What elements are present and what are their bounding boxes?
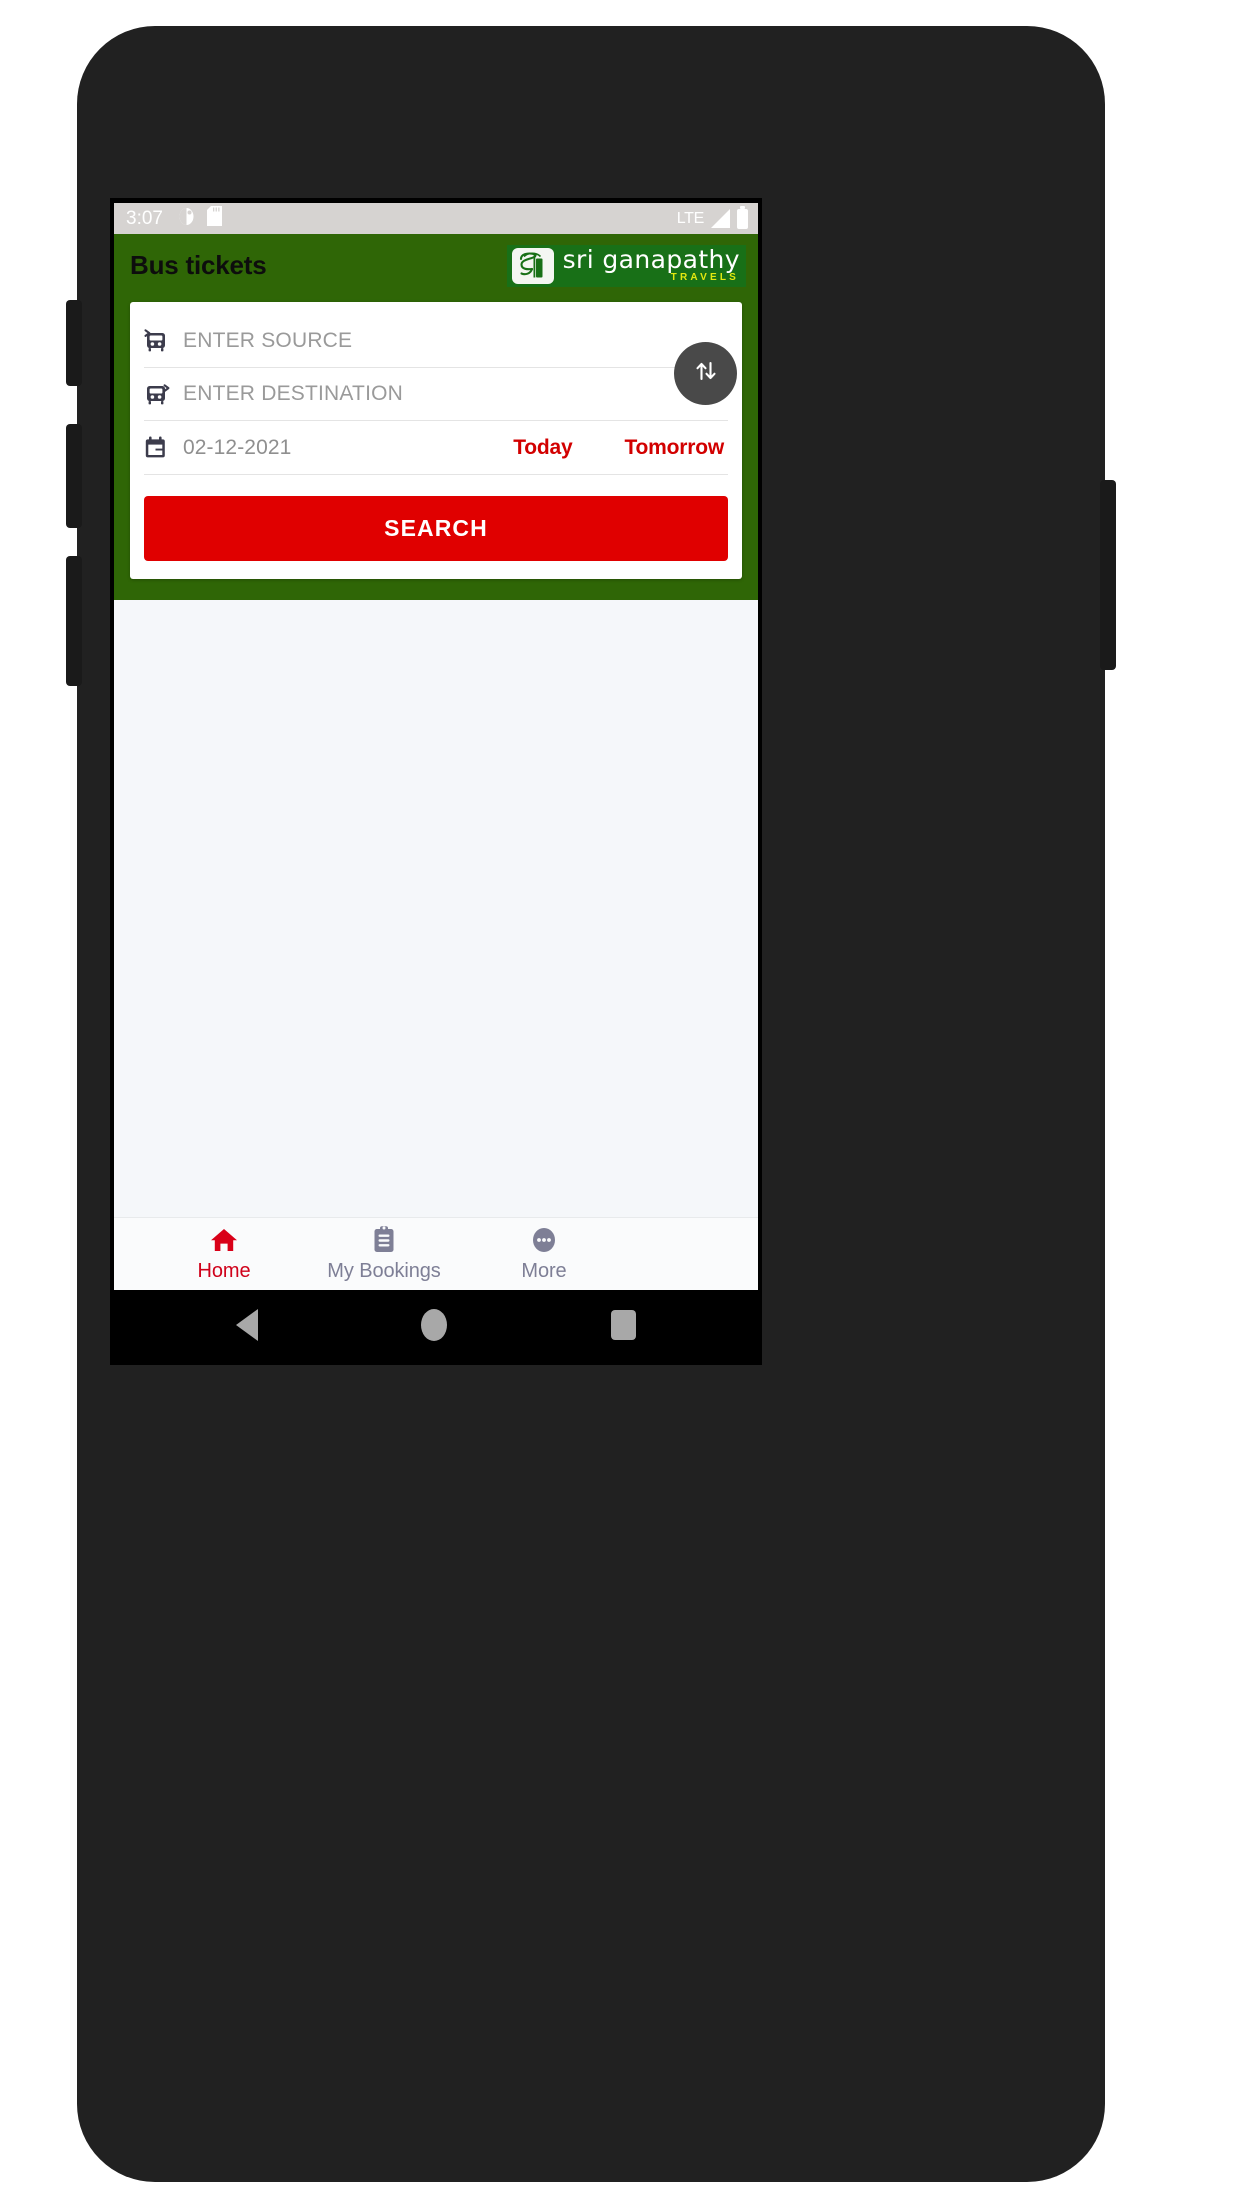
bottom-nav-item-my-bookings[interactable]: My Bookings — [304, 1225, 464, 1283]
app-viewport: 3:07 LTE Bus tickets sri ganapathy TRAVE… — [114, 203, 758, 1360]
bottom-navigation: Home My Bookings More — [114, 1218, 758, 1290]
do-not-disturb-icon — [177, 207, 196, 231]
search-button-label: SEARCH — [384, 515, 488, 541]
status-bar: 3:07 LTE — [114, 203, 758, 234]
bottom-nav-label-more: More — [521, 1260, 567, 1282]
destination-input[interactable]: ENTER DESTINATION — [174, 382, 403, 406]
power-button[interactable] — [1100, 480, 1116, 670]
bottom-nav-label-my-bookings: My Bookings — [327, 1260, 441, 1282]
bus-depart-icon — [144, 381, 174, 407]
content-area — [114, 600, 758, 1218]
source-field-row[interactable]: ENTER SOURCE — [144, 315, 728, 368]
hero-section: ENTER SOURCE ENTER DESTINATION 02-12-202… — [114, 297, 758, 600]
phone-side-button-left-1[interactable] — [66, 300, 82, 386]
back-triangle-icon[interactable] — [235, 1309, 258, 1341]
search-button[interactable]: SEARCH — [144, 496, 728, 561]
bottom-nav-item-home[interactable]: Home — [144, 1225, 304, 1283]
quick-date-tomorrow[interactable]: Tomorrow — [624, 436, 724, 460]
battery-icon — [737, 205, 748, 229]
home-icon — [209, 1225, 239, 1255]
signal-icon — [711, 209, 730, 228]
logo-tagline: TRAVELS — [670, 271, 739, 283]
ellipsis-icon — [530, 1225, 558, 1255]
calendar-icon — [144, 435, 174, 460]
sd-card-icon — [206, 206, 222, 231]
date-field-row[interactable]: 02-12-2021 Today Tomorrow — [144, 421, 728, 475]
status-bar-left-icons — [177, 206, 222, 231]
status-bar-time: 3:07 — [126, 208, 163, 229]
home-circle-icon[interactable] — [421, 1309, 448, 1341]
screenshot-root: 3:07 LTE Bus tickets sri ganapathy TRAVE… — [0, 0, 1242, 2208]
bottom-nav-item-more[interactable]: More — [464, 1225, 624, 1283]
search-card: ENTER SOURCE ENTER DESTINATION 02-12-202… — [130, 302, 742, 579]
network-type-label: LTE — [676, 209, 705, 227]
swap-locations-button[interactable] — [674, 342, 737, 405]
logo-wordmark: sri ganapathy TRAVELS — [562, 245, 740, 283]
status-bar-right-icons: LTE — [676, 205, 748, 229]
clipboard-icon — [371, 1225, 397, 1255]
brand-logo: sri ganapathy TRAVELS — [506, 244, 746, 287]
destination-field-row[interactable]: ENTER DESTINATION — [144, 368, 728, 421]
device-screen: 3:07 LTE Bus tickets sri ganapathy TRAVE… — [110, 198, 762, 1365]
bottom-nav-label-home: Home — [197, 1260, 251, 1282]
sg-monogram-icon — [511, 247, 554, 284]
android-navigation-bar — [114, 1290, 758, 1360]
swap-vertical-icon — [691, 356, 721, 391]
quick-date-today[interactable]: Today — [513, 436, 572, 460]
page-title: Bus tickets — [130, 250, 267, 280]
quick-date-options: Today Tomorrow — [513, 436, 728, 460]
source-input[interactable]: ENTER SOURCE — [174, 329, 352, 353]
bus-arrive-icon — [144, 328, 174, 354]
volume-up-button[interactable] — [66, 424, 82, 528]
logo-brand-name: sri ganapathy — [562, 245, 740, 275]
volume-down-button[interactable] — [66, 556, 82, 686]
recents-square-icon[interactable] — [611, 1310, 637, 1340]
app-bar: Bus tickets sri ganapathy TRAVELS — [114, 234, 758, 297]
date-value[interactable]: 02-12-2021 — [174, 436, 291, 460]
